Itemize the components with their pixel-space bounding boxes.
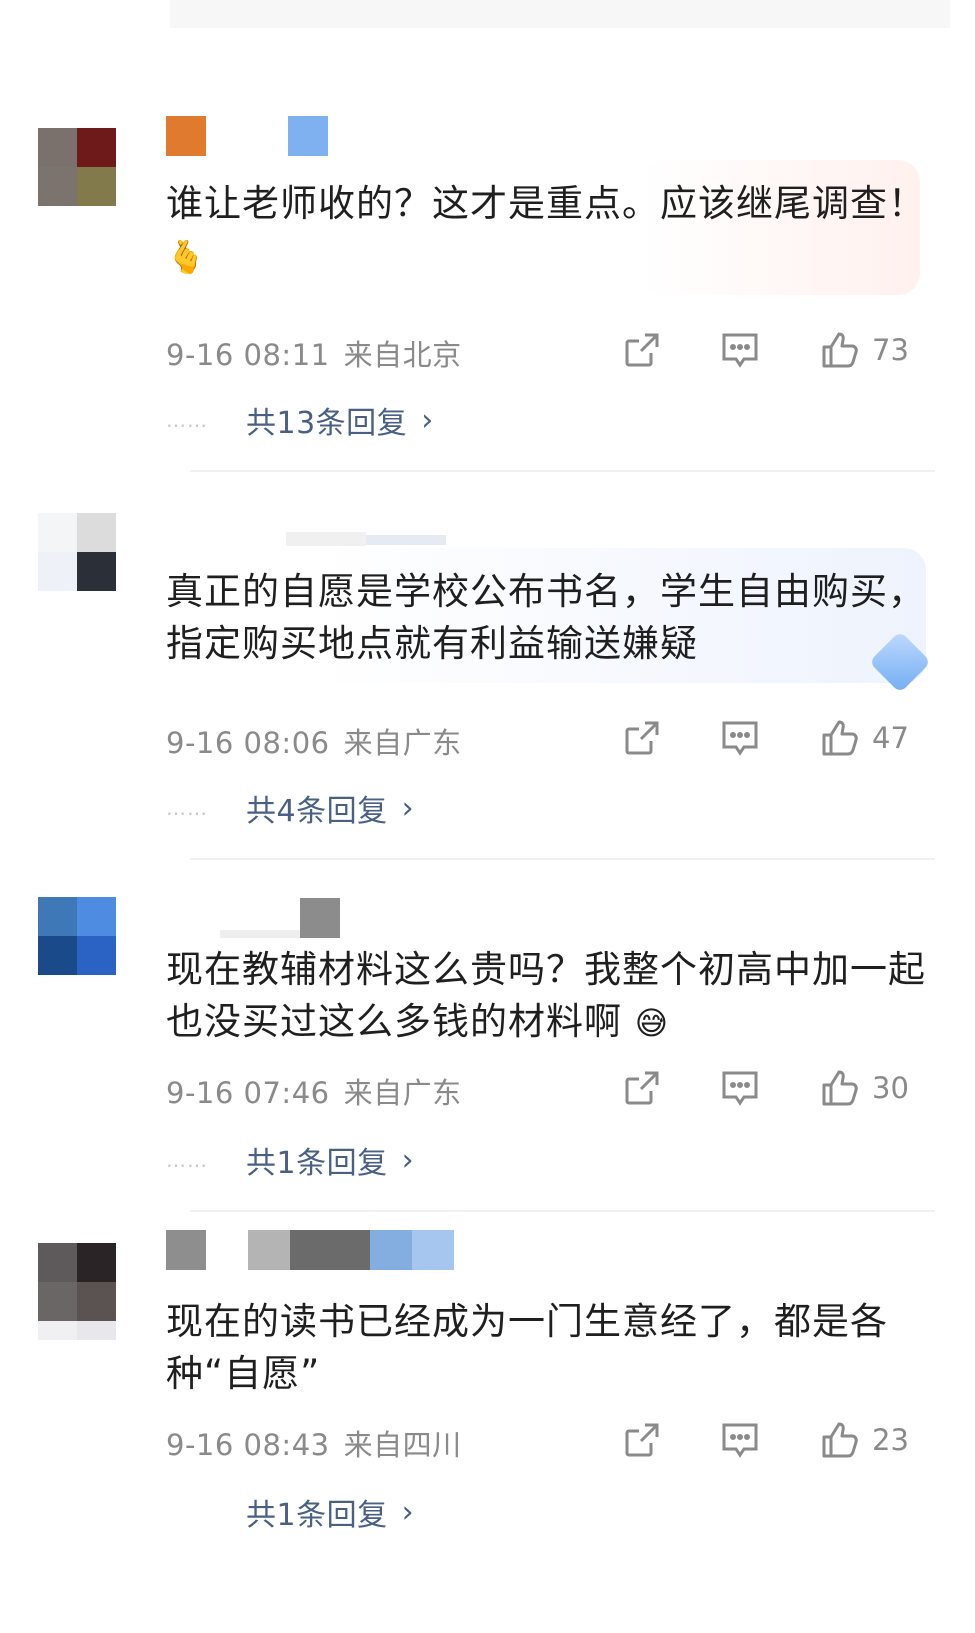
chevron-right-icon: › bbox=[401, 790, 414, 826]
comment-meta: 9-16 08:06 来自广东 bbox=[166, 720, 462, 762]
comment-icon[interactable] bbox=[718, 328, 762, 372]
view-replies-link[interactable]: 共4条回复 bbox=[246, 786, 388, 830]
replies-dots: …… bbox=[166, 1500, 246, 1524]
view-replies-row[interactable]: …… 共1条回复 › bbox=[166, 1138, 414, 1182]
avatar[interactable] bbox=[38, 1243, 116, 1321]
comment-body: 谁让老师收的？这才是重点。应该继尾调查！ bbox=[166, 182, 926, 225]
comment-actions: 23 bbox=[620, 1418, 920, 1462]
avatar[interactable] bbox=[38, 897, 116, 975]
avatar[interactable] bbox=[38, 128, 116, 206]
username[interactable] bbox=[166, 116, 328, 156]
comment-actions: 47 bbox=[620, 716, 920, 760]
chevron-right-icon: › bbox=[401, 1142, 414, 1178]
view-replies-row[interactable]: …… 共1条回复 › bbox=[166, 1490, 414, 1534]
thumbs-up-icon[interactable] bbox=[818, 1418, 862, 1462]
username[interactable] bbox=[166, 898, 340, 938]
comment-icon[interactable] bbox=[718, 1418, 762, 1462]
replies-dots: …… bbox=[166, 408, 208, 432]
chevron-right-icon: › bbox=[421, 402, 434, 438]
comment-actions: 73 bbox=[620, 328, 920, 372]
comment-actions: 30 bbox=[620, 1066, 920, 1110]
sweat-smile-emoji-icon: 😅 bbox=[634, 1004, 670, 1042]
comment-divider bbox=[190, 858, 935, 860]
hands-emoji-icon: 🫰 bbox=[166, 238, 207, 276]
comment-text: 谁让老师收的？这才是重点。应该继尾调查！ 🫰 bbox=[166, 178, 926, 283]
share-icon[interactable] bbox=[620, 1066, 664, 1110]
avatar[interactable] bbox=[38, 513, 116, 591]
like-count: 47 bbox=[872, 721, 909, 755]
comment-time: 9-16 08:06 bbox=[166, 726, 330, 760]
share-icon[interactable] bbox=[620, 328, 664, 372]
comment-time: 9-16 07:46 bbox=[166, 1076, 330, 1110]
replies-dots: …… bbox=[166, 1148, 208, 1172]
comment-meta: 9-16 08:43 来自四川 bbox=[166, 1422, 462, 1464]
share-icon[interactable] bbox=[620, 1418, 664, 1462]
view-replies-link[interactable]: 共13条回复 bbox=[246, 398, 407, 442]
comment-time: 9-16 08:11 bbox=[166, 338, 330, 372]
comment-time: 9-16 08:43 bbox=[166, 1428, 330, 1462]
view-replies-link[interactable]: 共1条回复 bbox=[246, 1138, 388, 1182]
chevron-right-icon: › bbox=[401, 1494, 414, 1530]
like-count: 30 bbox=[872, 1071, 909, 1105]
comment-text: 现在教辅材料这么贵吗？我整个初高中加一起也没买过这么多钱的材料啊 😅 bbox=[166, 944, 926, 1049]
comment-location: 来自四川 bbox=[343, 1428, 462, 1462]
username[interactable] bbox=[166, 1230, 454, 1270]
comment-location: 来自广东 bbox=[343, 1076, 462, 1110]
comment-location: 来自广东 bbox=[343, 726, 462, 760]
thumbs-up-icon[interactable] bbox=[818, 1066, 862, 1110]
comment-text: 真正的自愿是学校公布书名，学生自由购买，指定购买地点就有利益输送嫌疑 bbox=[166, 566, 926, 670]
comment-text: 现在的读书已经成为一门生意经了，都是各种“自愿” bbox=[166, 1296, 926, 1400]
view-replies-row[interactable]: …… 共13条回复 › bbox=[166, 398, 433, 442]
comment-location: 来自北京 bbox=[343, 338, 462, 372]
comment-body: 真正的自愿是学校公布书名，学生自由购买，指定购买地点就有利益输送嫌疑 bbox=[166, 570, 926, 665]
username[interactable] bbox=[166, 512, 446, 552]
comment-meta: 9-16 07:46 来自广东 bbox=[166, 1070, 462, 1112]
avatar-extension bbox=[38, 1321, 116, 1359]
comment-icon[interactable] bbox=[718, 716, 762, 760]
comment-meta: 9-16 08:11 来自北京 bbox=[166, 332, 462, 374]
replies-dots: …… bbox=[166, 796, 208, 820]
view-replies-link[interactable]: 共1条回复 bbox=[246, 1490, 388, 1534]
view-replies-row[interactable]: …… 共4条回复 › bbox=[166, 786, 414, 830]
comment-divider bbox=[190, 470, 935, 472]
like-count: 73 bbox=[872, 333, 909, 367]
thumbs-up-icon[interactable] bbox=[818, 716, 862, 760]
comment-body: 现在的读书已经成为一门生意经了，都是各种“自愿” bbox=[166, 1300, 888, 1395]
thumbs-up-icon[interactable] bbox=[818, 328, 862, 372]
previous-content-strip bbox=[170, 0, 950, 28]
share-icon[interactable] bbox=[620, 716, 664, 760]
comment-divider bbox=[190, 1210, 935, 1212]
comment-icon[interactable] bbox=[718, 1066, 762, 1110]
comment-body: 现在教辅材料这么贵吗？我整个初高中加一起也没买过这么多钱的材料啊 bbox=[166, 948, 926, 1043]
like-count: 23 bbox=[872, 1423, 909, 1457]
